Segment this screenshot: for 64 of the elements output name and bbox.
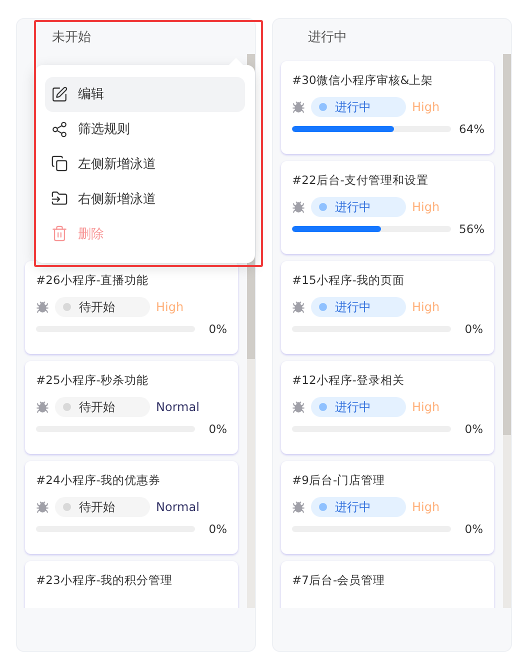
progress-percent: 64%: [459, 122, 483, 136]
task-title: #9后台-门店管理: [292, 473, 386, 489]
task-title: #7后台-会员管理: [292, 573, 386, 589]
task-title: #22后台-支付管理和设置: [292, 173, 430, 189]
task-card[interactable]: #23小程序-我的积分管理: [25, 561, 238, 608]
task-title: #23小程序-我的积分管理: [36, 573, 174, 589]
task-title: #25小程序-秒杀功能: [36, 373, 150, 389]
task-card[interactable]: #25小程序-秒杀功能 待开始 Normal 0%: [25, 361, 238, 454]
folder-icon: [51, 190, 68, 208]
status-tag: 进行中: [311, 497, 406, 517]
pencil-icon: [51, 86, 68, 103]
priority-label: Normal: [156, 400, 200, 414]
bug-icon: [292, 500, 305, 514]
menu-item[interactable]: 右侧新增泳道: [45, 181, 245, 216]
bug-icon: [292, 300, 305, 314]
progress-percent: 0%: [464, 322, 483, 336]
bug-icon: [36, 400, 49, 414]
progress-percent: 0%: [464, 522, 483, 536]
priority-label: High: [412, 300, 440, 314]
task-card[interactable]: #9后台-门店管理 进行中 High 0%: [281, 461, 494, 554]
task-card[interactable]: #26小程序-直播功能 待开始 High 0%: [25, 261, 238, 354]
files-icon: [51, 155, 68, 172]
bug-icon: [292, 400, 305, 414]
task-title: #30微信小程序审核&上架: [292, 73, 434, 89]
task-title: #12小程序-登录相关: [292, 373, 406, 389]
status-tag: 待开始: [55, 497, 150, 517]
lane-title: 进行中: [308, 28, 347, 46]
trash-icon: [51, 225, 68, 242]
status-tag: 待开始: [55, 397, 150, 417]
status-tag: 待开始: [55, 297, 150, 317]
task-card[interactable]: #7后台-会员管理: [281, 561, 494, 608]
bug-icon: [36, 300, 49, 314]
progress-percent: 0%: [208, 322, 227, 336]
priority-label: High: [156, 300, 184, 314]
lane-title: 未开始: [52, 28, 91, 46]
progress-percent: 0%: [208, 522, 227, 536]
task-title: #26小程序-直播功能: [36, 273, 150, 289]
status-tag: 进行中: [311, 197, 406, 217]
menu-item[interactable]: 编辑: [45, 77, 245, 112]
progress-percent: 0%: [464, 422, 483, 436]
menu-item[interactable]: 左侧新增泳道: [45, 146, 245, 182]
bug-icon: [292, 100, 305, 114]
task-card[interactable]: #15小程序-我的页面 进行中 High 0%: [281, 261, 494, 354]
task-title: #15小程序-我的页面: [292, 273, 406, 289]
priority-label: Normal: [156, 500, 200, 514]
status-tag: 进行中: [311, 297, 406, 317]
progress-percent: 56%: [459, 222, 483, 236]
task-card[interactable]: #12小程序-登录相关 进行中 High 0%: [281, 361, 494, 454]
bug-icon: [36, 500, 49, 514]
priority-label: High: [412, 100, 440, 114]
task-card[interactable]: #22后台-支付管理和设置 进行中 High 56%: [281, 161, 494, 254]
progress-percent: 0%: [208, 422, 227, 436]
priority-label: High: [412, 400, 440, 414]
bug-icon: [292, 200, 305, 214]
priority-label: High: [412, 500, 440, 514]
priority-label: High: [412, 200, 440, 214]
share-icon: [51, 120, 68, 138]
task-card[interactable]: #24小程序-我的优惠券 待开始 Normal 0%: [25, 461, 238, 554]
task-card[interactable]: #30微信小程序审核&上架 进行中 High 64%: [281, 61, 494, 154]
status-tag: 进行中: [311, 97, 406, 117]
scrollbar[interactable]: [503, 54, 511, 608]
menu-item[interactable]: 筛选规则: [45, 112, 245, 147]
task-title: #24小程序-我的优惠券: [36, 473, 162, 489]
status-tag: 进行中: [311, 397, 406, 417]
